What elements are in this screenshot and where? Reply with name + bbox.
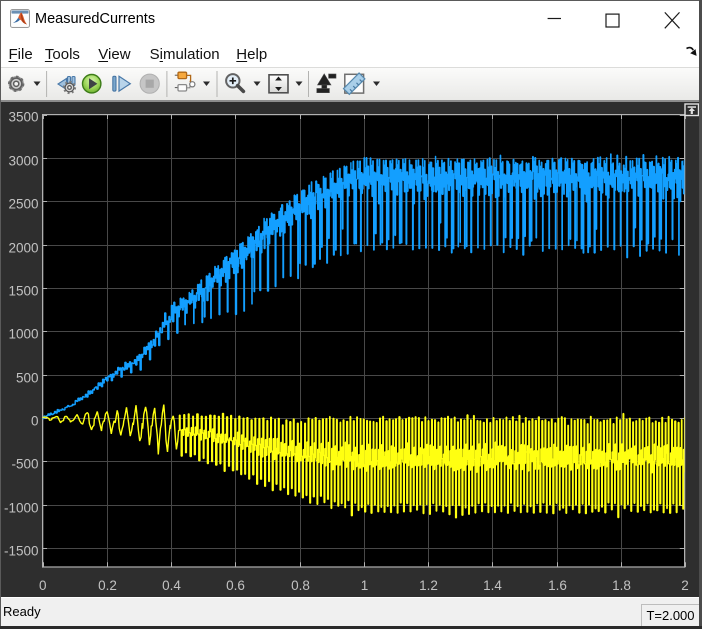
svg-text:1.8: 1.8 [612, 578, 631, 593]
svg-text:1.2: 1.2 [419, 578, 438, 593]
svg-text:2500: 2500 [8, 197, 38, 212]
svg-text:0: 0 [31, 414, 39, 429]
svg-text:-1500: -1500 [4, 544, 39, 559]
svg-text:0.4: 0.4 [162, 578, 181, 593]
svg-text:3000: 3000 [8, 154, 38, 169]
svg-text:3500: 3500 [8, 110, 38, 125]
svg-text:1000: 1000 [8, 327, 38, 342]
svg-text:1: 1 [361, 578, 369, 593]
svg-text:0.6: 0.6 [226, 578, 245, 593]
svg-text:1500: 1500 [8, 284, 38, 299]
svg-text:0.2: 0.2 [98, 578, 117, 593]
svg-text:500: 500 [16, 371, 39, 386]
svg-text:1.6: 1.6 [548, 578, 567, 593]
svg-text:0.8: 0.8 [291, 578, 310, 593]
svg-text:-500: -500 [11, 457, 38, 472]
svg-text:1.4: 1.4 [483, 578, 502, 593]
svg-text:2: 2 [681, 578, 689, 593]
svg-text:-1000: -1000 [4, 501, 39, 516]
svg-text:0: 0 [39, 578, 47, 593]
svg-text:2000: 2000 [8, 241, 38, 256]
